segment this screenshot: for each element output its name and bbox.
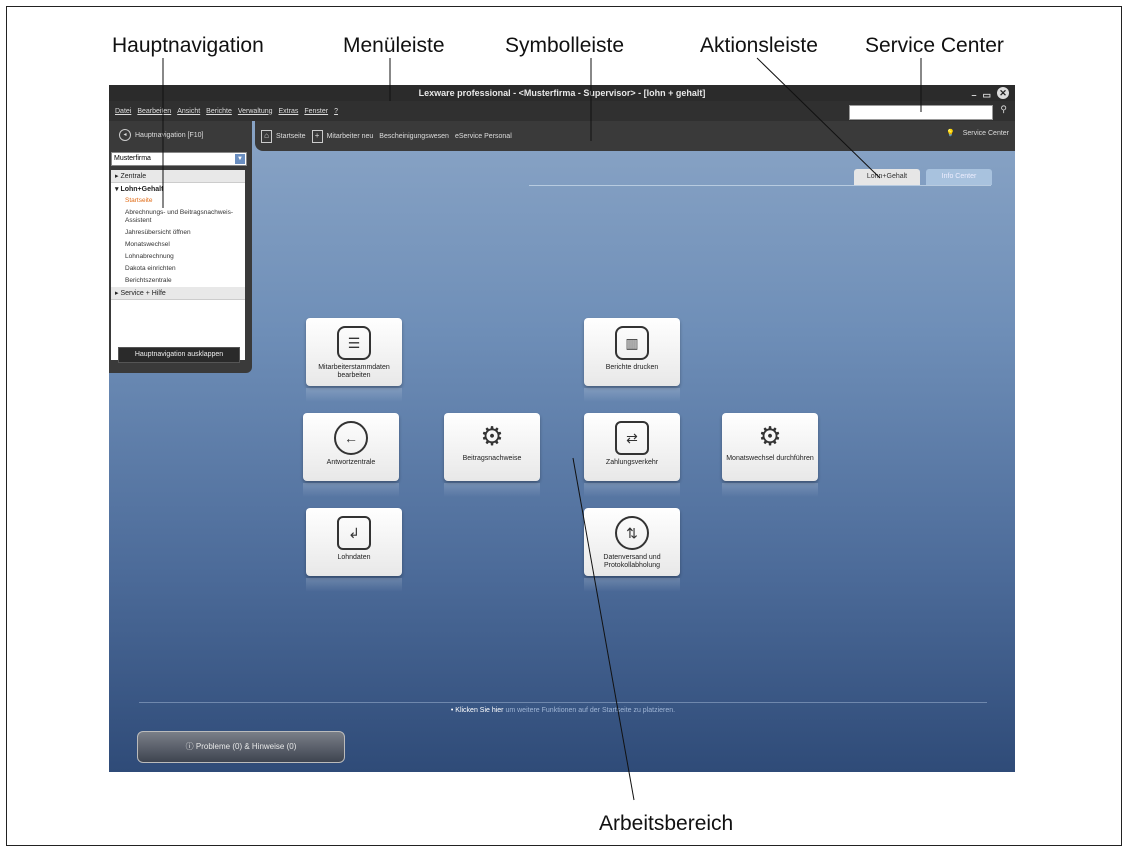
callout-leaders [162,57,922,801]
leader-arbeitsbereich [572,457,635,801]
leader-aktionsleiste [756,57,881,179]
